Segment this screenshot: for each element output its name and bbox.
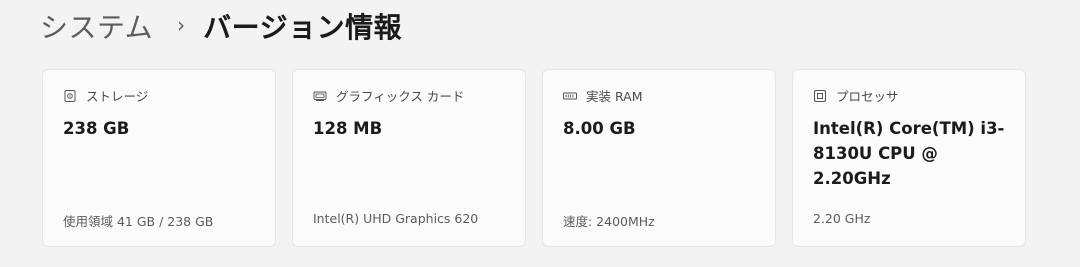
processor-card-title: プロセッサ xyxy=(836,89,899,104)
ram-card-detail: 速度: 2400MHz xyxy=(563,214,655,229)
processor-card-value: Intel(R) Core(TM) i3-8130U CPU @ 2.20GHz xyxy=(813,119,1005,188)
processor-card[interactable]: プロセッサ Intel(R) Core(TM) i3-8130U CPU @ 2… xyxy=(792,69,1026,247)
graphics-card-card[interactable]: グラフィックス カード 128 MB Intel(R) UHD Graphics… xyxy=(292,69,526,247)
processor-card-header: プロセッサ xyxy=(813,86,899,105)
breadcrumb: システム › バージョン情報 xyxy=(40,6,402,46)
storage-card-header: ストレージ xyxy=(63,86,148,105)
graphics-card-header: グラフィックス カード xyxy=(313,86,464,105)
graphics-card-title: グラフィックス カード xyxy=(336,89,465,104)
storage-card-detail: 使用領域 41 GB / 238 GB xyxy=(63,214,214,229)
ram-card-title: 実装 RAM xyxy=(586,89,643,104)
spec-cards: ストレージ 238 GB 使用領域 41 GB / 238 GB グラフィックス… xyxy=(42,69,1026,247)
graphics-card-detail: Intel(R) UHD Graphics 620 xyxy=(313,211,479,226)
ram-card-header: 実装 RAM xyxy=(563,86,643,105)
memory-icon xyxy=(563,89,577,103)
storage-card[interactable]: ストレージ 238 GB 使用領域 41 GB / 238 GB xyxy=(42,69,276,247)
page-title: バージョン情報 xyxy=(203,11,403,44)
graphics-card-value: 128 MB xyxy=(313,119,383,138)
ram-card-value: 8.00 GB xyxy=(563,119,636,138)
graphics-card-icon xyxy=(313,89,327,103)
storage-icon xyxy=(63,89,77,103)
breadcrumb-separator: › xyxy=(177,13,186,37)
storage-card-title: ストレージ xyxy=(86,89,149,104)
processor-icon xyxy=(813,89,827,103)
breadcrumb-parent-system[interactable]: システム xyxy=(40,6,153,46)
storage-card-value: 238 GB xyxy=(63,119,130,138)
ram-card[interactable]: 実装 RAM 8.00 GB 速度: 2400MHz xyxy=(542,69,776,247)
processor-card-detail: 2.20 GHz xyxy=(813,211,871,226)
